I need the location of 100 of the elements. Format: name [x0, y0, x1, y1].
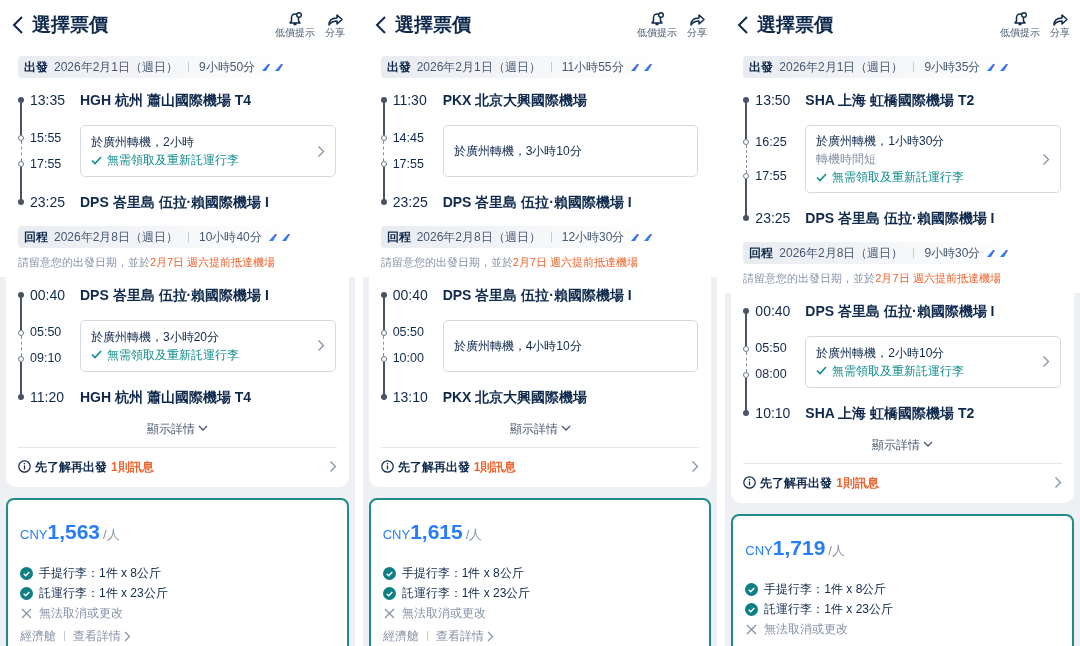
show-details-button[interactable]: 顯示詳情: [140, 418, 214, 439]
airport-name: SHA 上海 虹橋國際機場 T2: [805, 403, 975, 423]
check-circle-icon: [20, 566, 33, 580]
check-icon: [816, 366, 828, 375]
fare-feature: 手提行李：1件 x 8公斤: [39, 565, 161, 582]
layover-arrival-time: 16:25: [755, 133, 788, 151]
chevron-right-icon: [1054, 476, 1062, 489]
flight-date: 2026年2月1日（週日）: [779, 59, 904, 76]
tail-fin-icon: [642, 62, 653, 72]
tail-fin-icon: [629, 62, 640, 72]
back-icon[interactable]: [374, 15, 387, 35]
fare-feature: 託運行李：1件 x 23公斤: [764, 601, 894, 618]
check-icon: [91, 155, 102, 165]
price-unit: /人: [103, 525, 120, 544]
tail-fin-icon: [267, 232, 278, 242]
tail-fin-icon: [999, 62, 1010, 72]
arrival-time: 23:25: [755, 209, 791, 228]
layover-departure-time: 08:00: [755, 366, 788, 384]
back-icon[interactable]: [737, 15, 750, 35]
cabin-class: 經濟艙: [382, 628, 419, 645]
flight-date: 2026年2月8日（週日）: [54, 229, 179, 246]
chevron-right-icon: [486, 630, 494, 642]
airport-name: DPS 峇里島 伍拉·賴國際機場 I: [442, 193, 632, 212]
fare-card[interactable]: CNY1,563/人 手提行李：1件 x 8公斤 託運行李：1件 x 23公斤 無法取消或更改 經濟艙 查看詳情: [6, 497, 349, 646]
layover-warning: 轉機時間短: [816, 151, 878, 168]
airport-name: HGH 杭州 蕭山國際機場 T4: [80, 387, 252, 407]
share-icon: [688, 11, 707, 27]
currency: CNY: [745, 541, 773, 560]
layover-card[interactable]: 於廣州轉機，4小時10分: [442, 319, 699, 372]
airport-name: SHA 上海 虹橋國際機場 T2: [805, 92, 975, 108]
airport-name: DPS 峇里島 伍拉·賴國際機場 I: [805, 209, 995, 228]
layover-text: 於廣州轉機，4小時10分: [453, 337, 583, 355]
price-unit: /人: [828, 541, 845, 560]
tail-fin-icon: [274, 62, 285, 72]
price: 1,615: [410, 518, 463, 545]
departure-time: 00:40: [755, 302, 791, 319]
chevron-right-icon: [1042, 355, 1050, 368]
check-circle-icon: [382, 566, 396, 580]
departure-time: 11:30: [392, 92, 427, 108]
price-unit: /人: [465, 525, 483, 544]
airport-name: DPS 峇里島 伍拉·賴國際機場 I: [80, 286, 269, 303]
fare-feature: 託運行李：1件 x 23公斤: [39, 585, 168, 602]
layover-arrival-time: 15:55: [30, 129, 63, 147]
fare-card[interactable]: CNY1,615/人 手提行李：1件 x 8公斤 託運行李：1件 x 23公斤 無法取消或更改 經濟艙 查看詳情: [368, 497, 712, 646]
flight-duration: 9小時30分: [924, 245, 981, 262]
show-details-button[interactable]: 顯示詳情: [503, 418, 577, 439]
layover-card[interactable]: 於廣州轉機，2小時10分 無需領取及重新託運行李: [805, 335, 1061, 388]
airport-name: HGH 杭州 蕭山國際機場 T4: [80, 92, 252, 108]
layover-departure-time: 17:55: [392, 155, 425, 173]
flight-date: 2026年2月1日（週日）: [416, 59, 541, 76]
fare-feature: 託運行李：1件 x 23公斤: [401, 585, 531, 602]
back-icon[interactable]: [12, 15, 24, 35]
header-action[interactable]: 分享: [685, 11, 710, 39]
header-action[interactable]: 低價提示: [635, 11, 680, 39]
layover-card[interactable]: 於廣州轉機，1小時30分 轉機時間短 無需領取及重新託運行李: [805, 125, 1061, 193]
arrival-time: 11:20: [30, 387, 64, 407]
leg-label: 回程: [749, 245, 774, 262]
info-icon: [743, 476, 757, 489]
layover-departure-time: 09:10: [30, 350, 63, 368]
departure-time: 00:40: [392, 286, 428, 303]
layover-arrival-time: 05:50: [392, 324, 425, 342]
leg-label: 出發: [24, 59, 48, 76]
tail-fin-icon: [630, 232, 641, 242]
header-action[interactable]: 分享: [322, 11, 347, 39]
baggage-note: 無需領取及重新託運行李: [107, 152, 239, 169]
chevron-right-icon: [1042, 152, 1050, 166]
tail-fin-icon: [280, 232, 291, 242]
baggage-note: 無需領取及重新託運行李: [107, 346, 239, 364]
cross-icon: [20, 606, 33, 620]
baggage-note: 無需領取及重新託運行李: [832, 362, 965, 380]
check-circle-icon: [745, 602, 759, 616]
baggage-note: 無需領取及重新託運行李: [832, 169, 965, 186]
header-action[interactable]: 分享: [1048, 11, 1072, 39]
header-action[interactable]: 低價提示: [998, 11, 1042, 39]
info-icon: [18, 460, 31, 473]
header-action[interactable]: 低價提示: [272, 11, 317, 39]
fare-card[interactable]: CNY1,719/人 手提行李：1件 x 8公斤 託運行李：1件 x 23公斤 無法取消或更改: [731, 513, 1074, 646]
airport-name: DPS 峇里島 伍拉·賴國際機場 I: [80, 193, 269, 212]
chevron-right-icon: [316, 144, 325, 158]
chevron-down-icon: [197, 425, 208, 432]
check-circle-icon: [20, 586, 33, 600]
airport-name: DPS 峇里島 伍拉·賴國際機場 I: [805, 302, 995, 319]
flight-duration: 9小時50分: [199, 59, 256, 76]
chevron-down-icon: [560, 425, 571, 432]
airport-name: PKX 北京大興國際機場: [442, 387, 588, 407]
show-details-button[interactable]: 顯示詳情: [866, 434, 940, 455]
tail-fin-icon: [261, 62, 272, 72]
layover-card[interactable]: 於廣州轉機，3小時10分: [442, 125, 699, 177]
check-icon: [91, 350, 102, 359]
flight-duration: 9小時35分: [924, 59, 981, 76]
chevron-right-icon: [124, 630, 131, 642]
page-title: 選擇票價: [757, 12, 835, 37]
layover-card[interactable]: 於廣州轉機，3小時20分 無需領取及重新託運行李: [80, 319, 336, 372]
fare-feature: 手提行李：1件 x 8公斤: [401, 565, 524, 582]
fare-feature: 無法取消或更改: [39, 605, 123, 622]
layover-card[interactable]: 於廣州轉機，2小時 無需領取及重新託運行李: [80, 125, 336, 177]
fare-feature: 手提行李：1件 x 8公斤: [764, 581, 887, 598]
flight-duration: 12小時30分: [561, 229, 625, 246]
flight-duration: 11小時55分: [561, 59, 624, 76]
info-icon: [380, 460, 394, 473]
